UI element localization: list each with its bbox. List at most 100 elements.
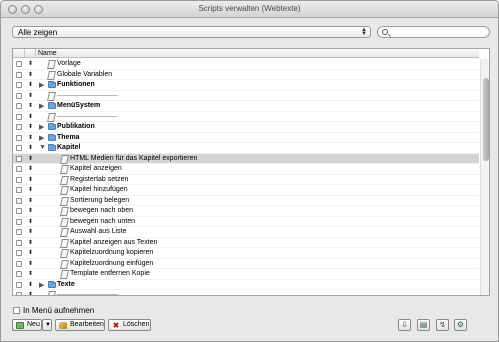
move-arrows-icon[interactable]: ⬍ [28,123,33,130]
script-row[interactable]: ⬍ ▼ Kapitel [13,143,479,154]
script-manager-window: Scripts verwalten (Webtexte) Alle zeigen… [0,0,499,342]
include-in-menu-checkbox[interactable] [13,307,20,314]
script-row[interactable]: ⬍ —————————— [13,290,479,295]
script-row[interactable]: ⬍ ▶ Publikation [13,122,479,133]
move-arrows-icon[interactable]: ⬍ [28,165,33,172]
script-row[interactable]: ⬍ HTML Medien für das Kapitel exportieren [13,153,479,164]
row-menu-checkbox[interactable] [16,239,22,246]
script-row-label: bewegen nach unten [70,217,135,225]
row-menu-checkbox[interactable] [16,61,22,67]
row-menu-checkbox[interactable] [16,260,22,267]
script-row[interactable]: ⬍ Kapitelzuordnung einfügen [13,259,479,269]
edit-script-button[interactable]: Bearbeiten [55,319,105,331]
filter-selected-value: Alle zeigen [18,28,58,37]
row-menu-checkbox[interactable] [16,197,22,204]
move-arrows-icon[interactable]: ⬍ [28,291,33,295]
move-arrows-icon[interactable]: ⬍ [28,239,33,246]
row-menu-checkbox[interactable] [16,113,22,120]
import-script-button[interactable]: ⇩ [398,319,411,331]
row-menu-checkbox[interactable] [16,176,22,183]
row-menu-checkbox[interactable] [16,103,22,109]
scrollbar-thumb[interactable] [483,78,489,161]
folder-icon [48,102,56,109]
move-arrows-icon[interactable]: ⬍ [28,207,33,214]
move-arrows-icon[interactable]: ⬍ [28,249,33,256]
search-input[interactable] [391,28,485,36]
move-arrows-icon[interactable]: ⬍ [28,155,33,162]
script-row[interactable]: ⬍ Globale Variablen [13,70,479,80]
move-arrows-icon[interactable]: ⬍ [28,176,33,183]
move-arrows-icon[interactable]: ⬍ [28,144,33,151]
script-row[interactable]: ⬍ Kapitel anzeigen aus Texten [13,238,479,248]
debug-script-button[interactable]: ⚙ [454,319,467,331]
script-row-label: Thema [57,133,80,141]
row-menu-checkbox[interactable] [16,134,22,141]
delete-script-button[interactable]: ✖ Löschen [108,319,151,331]
script-row[interactable]: ⬍ Kapitel anzeigen [13,164,479,175]
script-row[interactable]: ⬍ Registertab setzen [13,175,479,185]
row-menu-checkbox[interactable] [16,292,22,295]
move-arrows-icon[interactable]: ⬍ [28,134,33,141]
script-row[interactable]: ⬍ Auswahl aus Liste [13,227,479,238]
move-arrows-icon[interactable]: ⬍ [28,218,33,225]
run-icon: ↯ [439,320,446,329]
chevron-right-icon[interactable]: ▶ [39,81,44,89]
row-menu-checkbox[interactable] [16,229,22,235]
script-row[interactable]: ⬍ —————————— [13,91,479,101]
script-row-label: Funktionen [57,81,95,88]
print-script-button[interactable]: ▤ [417,319,430,331]
script-row[interactable]: ⬍ Template entfernen Kopie [13,269,479,280]
row-menu-checkbox[interactable] [16,250,22,256]
row-menu-checkbox[interactable] [16,208,22,214]
row-menu-checkbox[interactable] [16,187,22,193]
row-menu-checkbox[interactable] [16,71,22,78]
move-arrows-icon[interactable]: ⬍ [28,186,33,193]
script-row[interactable]: ⬍ Kapitel hinzufügen [13,185,479,196]
move-arrows-icon[interactable]: ⬍ [28,270,33,277]
script-search-field[interactable] [377,26,490,38]
move-arrows-icon[interactable]: ⬍ [28,60,33,67]
row-menu-checkbox[interactable] [16,281,22,288]
row-menu-checkbox[interactable] [16,124,22,130]
chevron-right-icon[interactable]: ▶ [39,123,44,131]
move-arrows-icon[interactable]: ⬍ [28,113,33,120]
move-arrows-icon[interactable]: ⬍ [28,92,33,99]
move-arrows-icon[interactable]: ⬍ [28,102,33,109]
name-column-header[interactable]: Name [38,50,57,57]
chevron-right-icon[interactable]: ▶ [39,281,44,289]
script-row[interactable]: ⬍ Kapitelzuordnung kopieren [13,248,479,259]
row-menu-checkbox[interactable] [16,145,22,151]
row-menu-checkbox[interactable] [16,166,22,172]
script-row[interactable]: ⬍ bewegen nach oben [13,206,479,217]
run-script-button[interactable]: ↯ [436,319,449,331]
title-bar: Scripts verwalten (Webtexte) [1,1,498,18]
row-menu-checkbox[interactable] [16,271,22,277]
new-script-button[interactable]: Neu [12,319,42,331]
row-menu-checkbox[interactable] [16,92,22,99]
chevron-down-icon[interactable]: ▼ [39,144,46,151]
move-arrows-icon[interactable]: ⬍ [28,197,33,204]
move-arrows-icon[interactable]: ⬍ [28,281,33,288]
chevron-right-icon[interactable]: ▶ [39,134,44,142]
new-options-dropdown[interactable]: ▼ [42,319,52,331]
move-arrows-icon[interactable]: ⬍ [28,260,33,267]
move-arrows-icon[interactable]: ⬍ [28,81,33,88]
vertical-scrollbar[interactable] [480,59,489,295]
row-menu-checkbox[interactable] [16,82,22,88]
row-menu-checkbox[interactable] [16,155,22,162]
script-row-label: Auswahl aus Liste [70,228,127,235]
move-arrows-icon[interactable]: ⬍ [28,228,33,235]
move-arrows-icon[interactable]: ⬍ [28,71,33,78]
script-list: Name ⬍ Vorlage ⬍ Globale Variablen ⬍ ▶ Funktio… [12,48,490,296]
script-row[interactable]: ⬍ ▶ Texte [13,280,479,290]
script-row[interactable]: ⬍ ▶ MenüSystem [13,101,479,112]
script-row[interactable]: ⬍ bewegen nach unten [13,217,479,227]
script-row[interactable]: ⬍ ▶ Thema [13,133,479,143]
script-row[interactable]: ⬍ ▶ Funktionen [13,80,479,91]
script-row[interactable]: ⬍ —————————— [13,112,479,122]
script-filter-select[interactable]: Alle zeigen ▲ ▼ [12,26,371,38]
script-row[interactable]: ⬍ Sortierung belegen [13,196,479,206]
chevron-right-icon[interactable]: ▶ [39,102,44,110]
row-menu-checkbox[interactable] [16,218,22,225]
script-row[interactable]: ⬍ Vorlage [13,59,479,70]
